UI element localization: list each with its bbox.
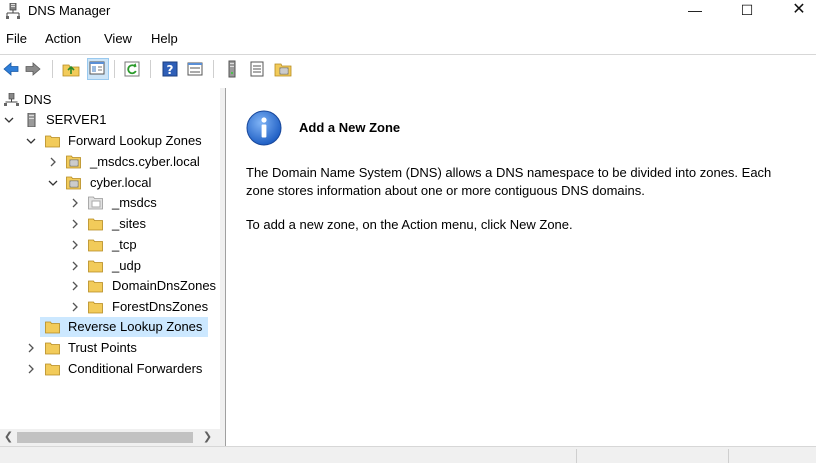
toolbar-divider <box>52 60 53 78</box>
help-icon[interactable]: ? <box>161 60 179 78</box>
delegation-icon <box>88 196 103 210</box>
tree-label: ForestDnsZones <box>112 299 209 314</box>
zone-icon[interactable] <box>274 60 292 78</box>
svg-text:?: ? <box>167 63 174 77</box>
chevron-right-icon[interactable] <box>48 157 58 167</box>
folder-icon <box>88 280 103 293</box>
tree-label: _msdcs.cyber.local <box>90 154 200 169</box>
status-divider <box>576 449 577 463</box>
folder-icon <box>45 363 60 376</box>
chevron-right-icon[interactable] <box>70 281 80 291</box>
menu-file[interactable]: File <box>6 31 27 46</box>
scroll-right-icon[interactable]: ❯ <box>199 429 216 446</box>
dns-server-icon <box>6 3 20 19</box>
tree-label: _sites <box>112 216 146 231</box>
description-line-1: The Domain Name System (DNS) allows a DN… <box>246 165 772 180</box>
close-button[interactable]: ✕ <box>776 0 816 22</box>
folder-icon <box>88 239 103 252</box>
chevron-right-icon[interactable] <box>26 364 36 374</box>
chevron-right-icon[interactable] <box>26 343 36 353</box>
tree-label: Trust Points <box>68 340 137 355</box>
status-divider <box>728 449 729 463</box>
toolbar-divider <box>150 60 151 78</box>
up-folder-icon[interactable] <box>62 60 80 78</box>
toolbar-divider <box>114 60 115 78</box>
menu-action[interactable]: Action <box>45 31 81 46</box>
folder-icon <box>88 260 103 273</box>
tree-label: _udp <box>112 258 141 273</box>
folder-icon <box>45 135 60 148</box>
dns-icon <box>4 93 19 106</box>
minimize-button[interactable]: — <box>672 0 718 22</box>
folder-icon <box>88 218 103 231</box>
chevron-right-icon[interactable] <box>70 198 80 208</box>
chevron-down-icon[interactable] <box>26 136 36 146</box>
tree-label: _tcp <box>112 237 137 252</box>
list-icon[interactable] <box>248 60 266 78</box>
show-hide-tree-icon[interactable] <box>87 58 109 80</box>
tree-label: _msdcs <box>112 195 157 210</box>
tree-label: Forward Lookup Zones <box>68 133 202 148</box>
toolbar-divider <box>213 60 214 78</box>
chevron-right-icon[interactable] <box>70 219 80 229</box>
forward-icon[interactable] <box>24 60 42 78</box>
properties-icon[interactable] <box>186 60 204 78</box>
folder-icon <box>88 301 103 314</box>
folder-icon <box>45 321 60 334</box>
menu-view[interactable]: View <box>104 31 132 46</box>
folder-icon <box>45 342 60 355</box>
tree-label: DomainDnsZones <box>112 278 217 293</box>
toolbar: ? <box>0 54 816 82</box>
info-icon <box>246 110 282 146</box>
zone-icon <box>66 155 81 169</box>
server-icon <box>27 113 36 127</box>
back-icon[interactable] <box>2 60 20 78</box>
tree-label: DNS <box>24 92 52 107</box>
page-title: Add a New Zone <box>299 120 401 135</box>
chevron-down-icon[interactable] <box>4 115 14 125</box>
chevron-right-icon[interactable] <box>70 261 80 271</box>
tree-label: Reverse Lookup Zones <box>68 319 203 334</box>
scroll-left-icon[interactable]: ❮ <box>0 429 17 446</box>
menu-help[interactable]: Help <box>151 31 178 46</box>
maximize-button[interactable]: ☐ <box>724 0 770 22</box>
description-line-2: zone stores information about one or mor… <box>246 183 645 198</box>
tree-label: cyber.local <box>90 175 152 190</box>
status-bar <box>0 446 816 463</box>
server-icon[interactable] <box>223 60 241 78</box>
tree-label: Conditional Forwarders <box>68 361 203 376</box>
chevron-down-icon[interactable] <box>48 178 58 188</box>
instruction-text: To add a new zone, on the Action menu, c… <box>246 217 573 232</box>
chevron-right-icon[interactable] <box>70 240 80 250</box>
console-tree: DNS SERVER1 Forward Lookup Zones _msdcs.… <box>0 88 221 446</box>
chevron-right-icon[interactable] <box>70 302 80 312</box>
refresh-icon[interactable] <box>123 60 141 78</box>
zone-icon <box>66 176 81 190</box>
details-pane: Add a New Zone The Domain Name System (D… <box>225 88 816 446</box>
tree-label: SERVER1 <box>46 112 107 127</box>
tree-horizontal-scrollbar[interactable]: ❮ ❯ <box>0 429 220 446</box>
window-title: DNS Manager <box>28 3 111 18</box>
title-bar: DNS Manager — ☐ ✕ <box>0 0 816 22</box>
scroll-thumb[interactable] <box>17 432 193 443</box>
